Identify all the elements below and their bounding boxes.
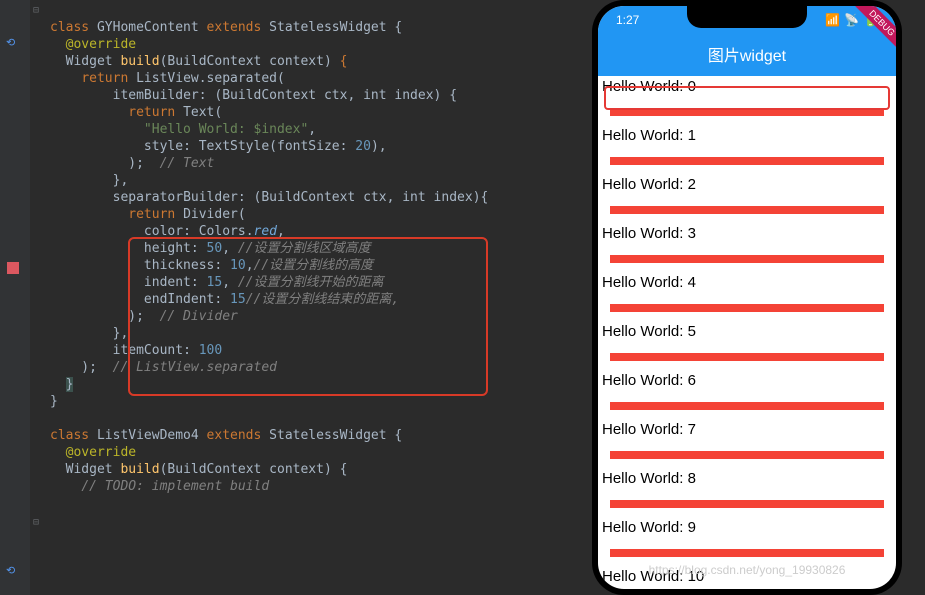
status-bar: 1:27 📶 📡 🔋 (598, 6, 896, 34)
number-literal: 100 (199, 343, 222, 358)
list-item[interactable]: Hello World: 6 (598, 370, 896, 392)
method-name: build (120, 54, 159, 69)
list-item[interactable]: Hello World: 4 (598, 272, 896, 294)
comment: // ListView.separated (113, 360, 277, 375)
comment: //设置分割线区域高度 (238, 241, 371, 256)
return-type: Widget (66, 54, 113, 69)
override-gutter-icon: ⟲ (6, 564, 15, 577)
appbar-title: 图片widget (708, 48, 786, 65)
string-literal: "Hello World: $index" (144, 122, 308, 137)
param-separator: separatorBuilder (113, 190, 238, 205)
divider (598, 392, 896, 419)
divider (598, 343, 896, 370)
divider (598, 245, 896, 272)
divider (598, 441, 896, 468)
divider (598, 294, 896, 321)
list-item[interactable]: Hello World: 5 (598, 321, 896, 343)
keyword-class: class (50, 20, 97, 35)
list-item[interactable]: Hello World: 9 (598, 517, 896, 539)
watermark-text: https://blog.csdn.net/yong_19930826 (649, 563, 846, 577)
fold-column: ⊟ ⊟ (30, 0, 50, 595)
divider-widget: Divider (183, 207, 238, 222)
param-itembuilder: itemBuilder (113, 88, 199, 103)
divider (598, 196, 896, 223)
list-view[interactable]: Hello World: 0Hello World: 1Hello World:… (598, 76, 896, 589)
statusbar-time: 1:27 (616, 13, 639, 27)
wifi-icon: 📡 (844, 13, 859, 27)
simulator-frame: 1:27 📶 📡 🔋 图片widget DEBUG Hello World: 0… (592, 0, 902, 595)
highlight-box (604, 86, 890, 110)
superclass: StatelessWidget (269, 20, 386, 35)
listview-call: ListView.separated (136, 71, 277, 86)
editor-gutter: ⟲ ⟲ (0, 0, 30, 595)
list-item[interactable]: Hello World: 7 (598, 419, 896, 441)
list-item[interactable]: Hello World: 2 (598, 174, 896, 196)
divider (598, 539, 896, 566)
list-item[interactable]: Hello World: 3 (598, 223, 896, 245)
fold-minus-icon[interactable]: ⊟ (33, 2, 39, 19)
color-red: red (254, 224, 277, 239)
fold-minus-icon[interactable]: ⊟ (33, 514, 39, 531)
comment: // Divider (160, 309, 238, 324)
divider (598, 147, 896, 174)
comment: //设置分割线结束的距离, (246, 292, 399, 307)
keyword-return: return (81, 71, 128, 86)
divider (598, 588, 896, 589)
text-widget: Text (183, 105, 214, 120)
class-name: GYHomeContent (97, 20, 199, 35)
number-literal: 20 (355, 139, 371, 154)
override-gutter-icon: ⟲ (6, 36, 15, 49)
list-item[interactable]: Hello World: 8 (598, 468, 896, 490)
class-name: ListViewDemo4 (97, 428, 199, 443)
param-type: BuildContext (167, 54, 261, 69)
simulator-screen: 1:27 📶 📡 🔋 图片widget DEBUG Hello World: 0… (598, 6, 896, 589)
comment: //设置分割线的高度 (254, 258, 374, 273)
divider (598, 490, 896, 517)
comment: // Text (160, 156, 215, 171)
list-item[interactable]: Hello World: 1 (598, 125, 896, 147)
todo-comment: // TODO: implement build (81, 479, 269, 494)
device-notch (687, 6, 807, 28)
comment: //设置分割线开始的距离 (238, 275, 384, 290)
signal-icon: 📶 (825, 13, 840, 27)
annotation-override: @override (66, 37, 136, 52)
param-name: context (269, 54, 324, 69)
app-bar: 图片widget (598, 34, 896, 76)
param-itemcount: itemCount (113, 343, 183, 358)
annotation-override: @override (66, 445, 136, 460)
breakpoint-marker[interactable] (7, 262, 19, 274)
